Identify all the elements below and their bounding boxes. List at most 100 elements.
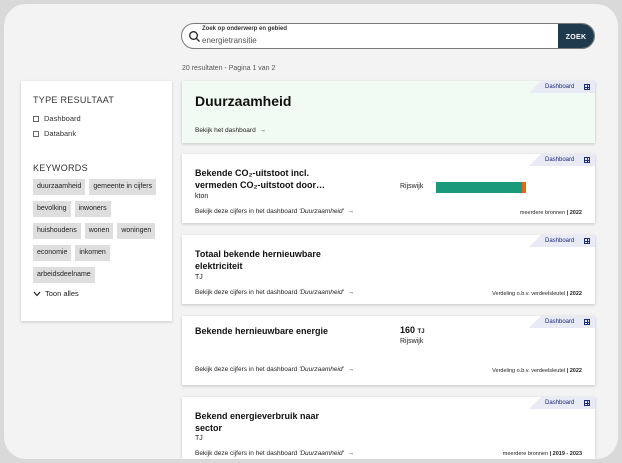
- dashboard-grid-icon: [584, 157, 590, 163]
- card-title: Bekende CO₂-uitstoot incl. vermeden CO₂-…: [195, 167, 325, 191]
- type-result-heading: TYPE RESULTAAT: [33, 95, 115, 105]
- dashboard-grid-icon: [584, 238, 590, 244]
- badge-label: Dashboard: [545, 157, 575, 163]
- dashboard-grid-icon: [584, 319, 590, 325]
- keyword-tags: duurzaamheid gemeente in cijfers bevolki…: [33, 179, 165, 289]
- meta-separator: |: [566, 210, 569, 216]
- meta-year: 2022: [569, 210, 582, 216]
- card-title: Bekend energieverbruik naar sector: [195, 410, 319, 434]
- link-text: Bekijk deze cijfers in het dashboard: [195, 366, 298, 373]
- link-dashboard-name: 'Duurzaamheid': [299, 366, 344, 373]
- card-title-line: vermeden CO₂-uitstoot door…: [195, 180, 326, 190]
- arrow-right-icon: →: [345, 208, 354, 215]
- keywords-heading: KEYWORDS: [33, 163, 88, 173]
- show-all-keywords[interactable]: Toon alles: [33, 289, 160, 298]
- dashboard-badge: Dashboard: [529, 154, 595, 166]
- filter-databank[interactable]: Databank: [33, 126, 160, 141]
- result-card-duurzaamheid[interactable]: Dashboard Duurzaamheid Bekijk het dashbo…: [182, 81, 595, 143]
- meta-year: 2019 - 2023: [552, 451, 582, 457]
- dashboard-badge: Dashboard: [529, 397, 595, 409]
- keyword-tag[interactable]: duurzaamheid: [33, 179, 86, 195]
- meta-separator: |: [566, 291, 569, 297]
- show-all-label: Toon alles: [45, 289, 79, 298]
- filter-dashboard[interactable]: Dashboard: [33, 111, 160, 126]
- badge-label: Dashboard: [545, 319, 575, 325]
- keyword-tag[interactable]: economie: [33, 245, 72, 261]
- dashboard-grid-icon: [584, 84, 590, 90]
- view-figures-link[interactable]: Bekijk deze cijfers in het dashboard 'Du…: [195, 289, 354, 296]
- region-label: Rijswijk: [400, 183, 424, 190]
- dashboard-badge: Dashboard: [529, 81, 595, 93]
- keyword-tag[interactable]: gemeente in cijfers: [89, 179, 157, 195]
- dashboard-checkbox[interactable]: [33, 115, 39, 122]
- arrow-right-icon: →: [257, 127, 266, 134]
- card-meta: meerdere bronnen | 2022: [520, 210, 582, 216]
- card-meta: Verdeling o.b.v. verdeelsleutel | 2022: [492, 291, 582, 297]
- card-title-line: Bekende hernieuwbare energie: [195, 326, 329, 336]
- link-dashboard-name: 'Duurzaamheid': [299, 289, 344, 296]
- card-title-line: Totaal bekende hernieuwbare: [195, 249, 321, 259]
- search-input[interactable]: [202, 35, 542, 46]
- arrow-right-icon: →: [345, 366, 354, 373]
- keyword-tag[interactable]: inkomen: [75, 245, 110, 261]
- card-unit: kton: [195, 193, 209, 200]
- badge-label: Dashboard: [545, 84, 575, 90]
- filter-sidebar: TYPE RESULTAAT Dashboard Databank KEYWOR…: [21, 81, 172, 321]
- card-title-line: elektriciteit: [195, 261, 243, 271]
- keyword-tag[interactable]: inwoners: [74, 201, 111, 217]
- filter-dashboard-label: Dashboard: [44, 114, 81, 123]
- dashboard-badge: Dashboard: [529, 235, 595, 247]
- card-meta: meerdere bronnen | 2019 - 2023: [503, 451, 582, 457]
- result-card-renewable-electricity[interactable]: Dashboard Totaal bekende hernieuwbare el…: [182, 235, 595, 304]
- search-icon: [189, 31, 200, 42]
- badge-label: Dashboard: [545, 400, 575, 406]
- arrow-right-icon: →: [345, 450, 354, 457]
- dashboard-badge: Dashboard: [529, 316, 595, 328]
- card-title-line: Bekende CO₂-uitstoot incl.: [195, 168, 310, 178]
- value-unit: TJ: [417, 329, 425, 335]
- keyword-tag[interactable]: huishoudens: [33, 223, 81, 239]
- view-dashboard-link[interactable]: Bekijk het dashboard →: [195, 127, 266, 134]
- link-dashboard-name: 'Duurzaamheid': [299, 450, 344, 457]
- card-title-line: sector: [195, 423, 223, 433]
- search-label: Zoek op onderwerp en gebied: [202, 26, 288, 32]
- badge-label: Dashboard: [545, 238, 575, 244]
- card-unit: TJ: [195, 435, 203, 442]
- keyword-tag[interactable]: bevolking: [33, 201, 71, 217]
- meta-source: meerdere bronnen: [502, 451, 549, 457]
- view-figures-link[interactable]: Bekijk deze cijfers in het dashboard 'Du…: [195, 366, 354, 373]
- meta-source: Verdeling o.b.v. verdeelsleutel: [492, 368, 566, 374]
- bar-segment-green: [436, 182, 522, 193]
- keyword-tag[interactable]: arbeidsdeelname: [33, 267, 95, 283]
- databank-checkbox[interactable]: [33, 130, 39, 137]
- meta-separator: |: [549, 451, 552, 457]
- region-label: Rijswijk: [400, 338, 424, 345]
- link-text: Bekijk deze cijfers in het dashboard: [195, 208, 298, 215]
- card-title-line: Bekend energieverbruik naar: [195, 411, 320, 421]
- app-frame: Zoek op onderwerp en gebied ZOEK 20 resu…: [4, 4, 618, 459]
- search-bar: Zoek op onderwerp en gebied ZOEK: [181, 23, 595, 49]
- card-unit: TJ: [195, 274, 203, 281]
- chevron-down-icon: [33, 291, 41, 296]
- search-button[interactable]: ZOEK: [558, 24, 594, 48]
- meta-year: 2022: [569, 368, 582, 374]
- view-figures-link[interactable]: Bekijk deze cijfers in het dashboard 'Du…: [195, 208, 354, 215]
- meta-source: meerdere bronnen: [519, 210, 566, 216]
- keyword-tag[interactable]: wonen: [84, 223, 114, 239]
- card-title: Totaal bekende hernieuwbare elektricitei…: [195, 248, 321, 272]
- result-card-renewable-energy[interactable]: Dashboard Bekende hernieuwbare energie 1…: [182, 316, 595, 385]
- keyword-tag[interactable]: woningen: [117, 223, 156, 239]
- meta-year: 2022: [569, 291, 582, 297]
- view-figures-link[interactable]: Bekijk deze cijfers in het dashboard 'Du…: [195, 450, 354, 457]
- arrow-right-icon: →: [345, 289, 354, 296]
- results-count: 20 resultaten - Pagina 1 van 2: [182, 65, 276, 72]
- result-card-energy-consumption[interactable]: Dashboard Bekend energieverbruik naar se…: [182, 397, 595, 459]
- link-text: Bekijk deze cijfers in het dashboard: [195, 450, 298, 457]
- result-card-co2[interactable]: Dashboard Bekende CO₂-uitstoot incl. ver…: [182, 154, 595, 223]
- co2-bar: [436, 182, 526, 193]
- value-number: 160: [400, 325, 416, 335]
- meta-separator: |: [566, 368, 569, 374]
- link-dashboard-name: 'Duurzaamheid': [299, 208, 344, 215]
- card-value: 160 TJ: [400, 325, 425, 335]
- meta-source: Verdeling o.b.v. verdeelsleutel: [492, 291, 566, 297]
